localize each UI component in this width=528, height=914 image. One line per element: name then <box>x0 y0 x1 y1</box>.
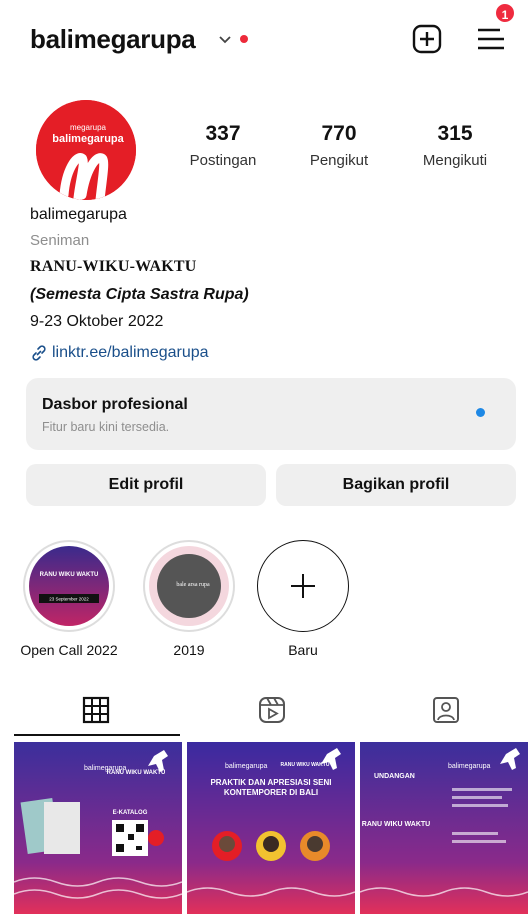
stat-followers-label: Pengikut <box>309 152 369 169</box>
post-thumbnail[interactable]: balimegarupa RANU WIKU WAKTU E-KATALOG <box>14 742 182 914</box>
post-title: RANU WIKU WAKTU <box>107 770 166 776</box>
profile-name: balimegarupa <box>30 206 127 223</box>
share-profile-button[interactable]: Bagikan profil <box>276 464 516 506</box>
highlight-ring: bale arsa rupa <box>143 540 235 632</box>
post-headline: PRAKTIK DAN APRESIASI SENI KONTEMPORER D… <box>210 778 332 797</box>
highlight-label: Open Call 2022 <box>20 642 118 658</box>
new-highlight-circle[interactable] <box>257 540 349 632</box>
highlight-thumb-text: bale arsa rupa <box>176 582 210 588</box>
post-caption: E-KATALOG <box>113 810 148 816</box>
post-subtitle: RANU WIKU WAKTU <box>362 821 430 828</box>
bio-line-1: RANU-WIKU-WAKTU <box>30 258 197 275</box>
post-thumbnail[interactable]: balimegarupa UNDANGAN RANU WIKU WAKTU <box>360 742 528 914</box>
chevron-down-icon[interactable] <box>216 30 234 48</box>
highlight-thumb-text: RANU WIKU WAKTU <box>40 572 99 578</box>
post-logo: balimegarupa <box>448 763 491 770</box>
post-title: UNDANGAN <box>374 773 415 780</box>
unread-dot <box>240 35 248 43</box>
edit-profile-button[interactable]: Edit profil <box>26 464 266 506</box>
profile-tabs <box>0 686 528 738</box>
professional-dashboard[interactable]: Dasbor profesional Fitur baru kini terse… <box>26 378 516 450</box>
highlight-ring: RANU WIKU WAKTU 23 September 2022 <box>23 540 115 632</box>
grid-icon[interactable] <box>80 694 112 726</box>
highlight-2019[interactable]: bale arsa rupa 2019 <box>134 540 244 658</box>
plus-icon <box>291 574 315 598</box>
reels-icon[interactable] <box>256 694 288 726</box>
top-bar: balimegarupa 1 <box>0 0 528 80</box>
stat-followers-value: 770 <box>321 122 357 145</box>
highlight-label: 2019 <box>173 642 205 658</box>
stat-posts-label: Postingan <box>189 152 257 169</box>
bio-line-3: 9-23 Oktober 2022 <box>30 313 164 330</box>
post-grid: balimegarupa RANU WIKU WAKTU E-KATALOG b… <box>14 742 528 914</box>
bio-link-text[interactable]: linktr.ee/balimegarupa <box>52 344 209 362</box>
bio-link[interactable]: linktr.ee/balimegarupa <box>30 340 510 366</box>
stat-following-value: 315 <box>437 122 473 145</box>
link-icon <box>32 345 46 361</box>
header-username[interactable]: balimegarupa <box>30 24 196 55</box>
stat-followers[interactable]: 770 Pengikut <box>284 122 394 169</box>
highlight-label: Baru <box>288 642 318 658</box>
notification-badge: 1 <box>494 2 516 24</box>
post-thumbnail[interactable]: balimegarupa RANU WIKU WAKTU PRAKTIK DAN… <box>187 742 355 914</box>
dashboard-new-dot <box>476 408 485 417</box>
avatar-logo-text: balimegarupa <box>52 133 124 145</box>
menu-icon[interactable] <box>474 22 508 56</box>
profile-category: Seniman <box>30 232 90 249</box>
stat-following[interactable]: 315 Mengikuti <box>400 122 510 169</box>
new-post-icon[interactable] <box>412 24 442 54</box>
profile-bio: balimegarupa Seniman RANU-WIKU-WAKTU (Se… <box>30 206 510 366</box>
tagged-icon[interactable] <box>430 694 462 726</box>
bio-line-2: (Semesta Cipta Sastra Rupa) <box>30 286 249 303</box>
avatar-logo-small: megarupa <box>70 123 107 132</box>
dashboard-title: Dasbor profesional <box>42 396 188 413</box>
stat-following-label: Mengikuti <box>422 152 488 169</box>
highlight-new[interactable]: Baru <box>248 540 358 658</box>
active-tab-indicator <box>14 734 180 736</box>
highlight-open-call[interactable]: RANU WIKU WAKTU 23 September 2022 Open C… <box>14 540 124 658</box>
dashboard-subtitle: Fitur baru kini tersedia. <box>42 420 170 434</box>
highlight-thumb: RANU WIKU WAKTU 23 September 2022 <box>29 546 109 626</box>
highlight-thumb-date: 23 September 2022 <box>49 597 89 602</box>
stat-posts[interactable]: 337 Postingan <box>168 122 278 169</box>
profile-avatar[interactable]: megarupa balimegarupa <box>36 100 136 200</box>
highlight-thumb: bale arsa rupa <box>149 546 229 626</box>
stat-posts-value: 337 <box>205 122 241 145</box>
post-logo: balimegarupa <box>225 763 268 770</box>
